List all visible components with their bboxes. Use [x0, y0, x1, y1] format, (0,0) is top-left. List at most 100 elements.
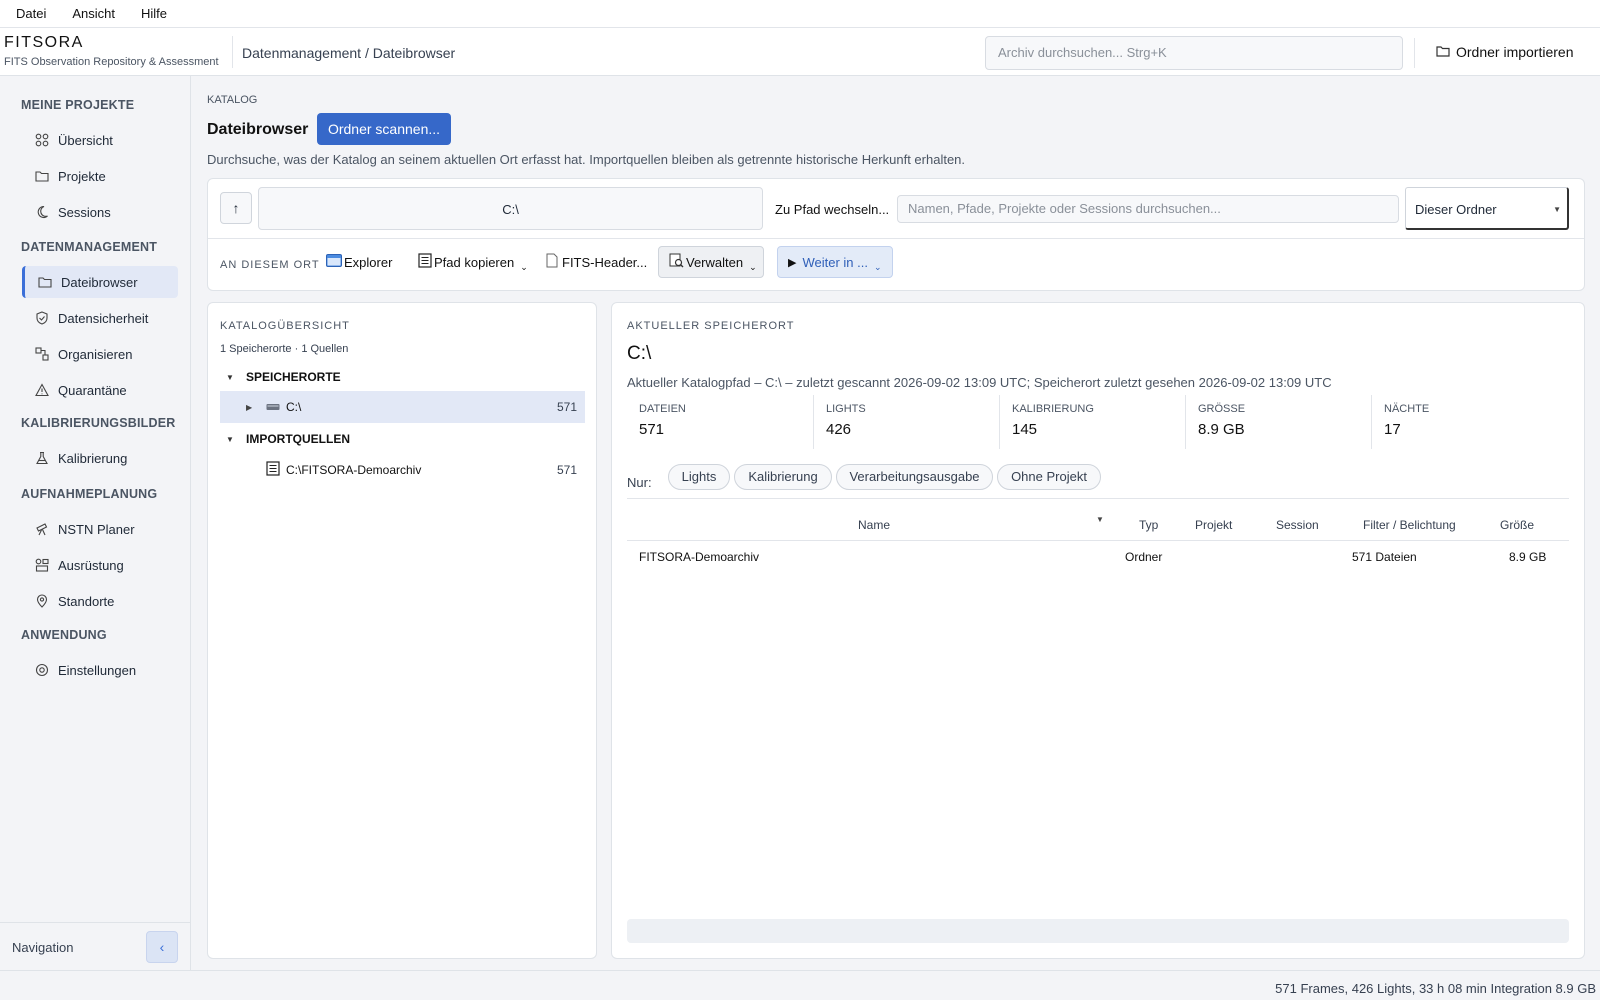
sort-desc-icon: ▼: [1096, 515, 1104, 524]
sidebar-item-standorte[interactable]: Standorte: [22, 585, 178, 617]
sidebar-item-dateibrowser[interactable]: Dateibrowser: [22, 266, 178, 298]
tree-heading-sources[interactable]: ▼ IMPORTQUELLEN: [220, 427, 350, 451]
sidebar-item-datensicherheit[interactable]: Datensicherheit: [22, 302, 178, 334]
manage-icon: [669, 253, 684, 271]
shield-icon: [34, 310, 50, 326]
column-type[interactable]: Typ: [1139, 518, 1158, 532]
cell-size: 8.9 GB: [1509, 550, 1547, 564]
location-pin-icon: [34, 593, 50, 609]
fits-header-button[interactable]: FITS-Header...: [546, 246, 647, 278]
sidebar-item-einstellungen[interactable]: Einstellungen: [22, 654, 178, 686]
column-project[interactable]: Projekt: [1195, 518, 1232, 532]
chip-ohne-projekt[interactable]: Ohne Projekt: [997, 464, 1101, 490]
organize-icon: [34, 346, 50, 362]
table-header-line: [627, 540, 1569, 541]
explorer-label: Explorer: [344, 254, 393, 270]
tree-item-location[interactable]: ▶ C:\ 571: [220, 391, 585, 423]
tree-heading-label: SPEICHERORTE: [246, 370, 341, 384]
column-size[interactable]: Größe: [1500, 518, 1534, 532]
column-filter[interactable]: Filter / Belichtung: [1363, 518, 1456, 532]
navigation-label: Navigation: [12, 940, 74, 955]
sidebar-item-sessions[interactable]: Sessions: [22, 196, 178, 228]
horizontal-scrollbar[interactable]: [627, 919, 1569, 943]
breadcrumb: Datenmanagement / Dateibrowser: [242, 45, 456, 61]
sidebar-item-organisieren[interactable]: Organisieren: [22, 338, 178, 370]
explorer-button[interactable]: Explorer: [326, 246, 392, 278]
scan-folder-button[interactable]: Ordner scannen...: [317, 113, 451, 145]
source-name: C:\FITSORA-Demoarchiv: [286, 463, 422, 477]
stat-value: 145: [1012, 421, 1038, 438]
section-kalibrierungsbilder: KALIBRIERUNGSBILDER: [21, 416, 176, 430]
column-session[interactable]: Session: [1276, 518, 1319, 532]
location-name: C:\: [286, 400, 302, 414]
tree-item-source[interactable]: C:\FITSORA-Demoarchiv 571: [220, 454, 585, 486]
here-label: AN DIESEM ORT: [220, 259, 320, 271]
location-title: AKTUELLER SPEICHERORT: [627, 320, 795, 332]
document-list-icon: [266, 461, 280, 479]
tree-heading-label: IMPORTQUELLEN: [246, 432, 350, 446]
table-divider: [627, 498, 1569, 499]
stat-files: DATEIEN 571: [627, 395, 813, 449]
grid-icon: [34, 132, 50, 148]
sidebar-item-projekte[interactable]: Projekte: [22, 160, 178, 192]
catalog-overview-panel: KATALOGÜBERSICHT 1 Speicherorte · 1 Quel…: [207, 302, 597, 959]
brand-name: FITSORA: [4, 34, 84, 51]
header-divider-2: [1414, 38, 1415, 68]
stat-lights: LIGHTS 426: [813, 395, 999, 449]
location-info: Aktueller Katalogpfad – C:\ – zuletzt ge…: [627, 375, 1332, 390]
cell-type: Ordner: [1125, 550, 1163, 564]
copy-path-button[interactable]: Pfad kopieren ⌄: [418, 246, 528, 278]
sidebar-item-label: Projekte: [58, 168, 106, 184]
status-summary: 571 Frames, 426 Lights, 33 h 08 min Inte…: [1275, 981, 1596, 996]
flask-icon: [34, 450, 50, 466]
cell-filter: 571 Dateien: [1352, 550, 1417, 564]
collapse-sidebar-button[interactable]: ‹: [146, 931, 178, 963]
location-path: C:\: [627, 343, 652, 364]
chevron-down-icon: ⌄: [520, 261, 528, 272]
continue-in-button[interactable]: ▶ Weiter in ... ⌄: [777, 246, 893, 278]
copy-icon: [418, 253, 432, 271]
main-content: KATALOG Dateibrowser Ordner scannen... D…: [192, 76, 1600, 970]
toolbar-divider: [208, 238, 1584, 239]
sidebar-item-quarantaene[interactable]: Quarantäne: [22, 374, 178, 406]
sidebar-item-label: Organisieren: [58, 346, 133, 362]
chevron-down-icon: ⌄: [749, 261, 757, 272]
section-meine-projekte: MEINE PROJEKTE: [21, 98, 135, 112]
sidebar-item-label: Quarantäne: [58, 382, 127, 398]
sidebar-item-label: Ausrüstung: [58, 557, 124, 573]
fits-header-label: FITS-Header...: [562, 254, 648, 270]
folder-icon: [1436, 44, 1450, 60]
current-path-field[interactable]: C:\: [258, 187, 763, 230]
drive-icon: [266, 400, 280, 414]
folder-icon: [37, 274, 53, 290]
stat-label: KALIBRIERUNG: [1012, 403, 1094, 415]
app-header: FITSORA FITS Observation Repository & As…: [0, 28, 1600, 76]
tree-heading-locations[interactable]: ▼ SPEICHERORTE: [220, 365, 341, 389]
chip-lights[interactable]: Lights: [668, 464, 730, 490]
menu-ansicht[interactable]: Ansicht: [72, 6, 115, 21]
archive-search-input[interactable]: Archiv durchsuchen... Strg+K: [985, 36, 1403, 70]
navigate-up-button[interactable]: ↑: [220, 192, 252, 224]
sidebar-item-uebersicht[interactable]: Übersicht: [22, 124, 178, 156]
stat-size: GRÖSSE 8.9 GB: [1185, 395, 1371, 449]
sidebar-item-kalibrierung[interactable]: Kalibrierung: [22, 442, 178, 474]
copy-path-label: Pfad kopieren: [434, 254, 515, 270]
stat-value: 17: [1384, 421, 1401, 438]
menu-hilfe[interactable]: Hilfe: [141, 6, 167, 21]
manage-button[interactable]: Verwalten ⌄: [658, 246, 764, 278]
sidebar-item-nstn-planer[interactable]: NSTN Planer: [22, 513, 178, 545]
filter-search-input[interactable]: Namen, Pfade, Projekte oder Sessions dur…: [897, 195, 1399, 223]
chip-kalibrierung[interactable]: Kalibrierung: [734, 464, 832, 490]
header-divider: [232, 36, 233, 68]
goto-path-button[interactable]: Zu Pfad wechseln...: [775, 202, 889, 217]
column-name[interactable]: Name: [858, 518, 890, 532]
expand-down-icon: ▼: [226, 434, 234, 444]
scope-select[interactable]: Dieser Ordner ▼: [1405, 187, 1569, 230]
sidebar-item-ausruestung[interactable]: Ausrüstung: [22, 549, 178, 581]
sidebar-footer: Navigation ‹: [0, 922, 191, 970]
menu-datei[interactable]: Datei: [16, 6, 46, 21]
import-folder-button[interactable]: Ordner importieren: [1436, 44, 1574, 60]
stat-nights: NÄCHTE 17: [1371, 395, 1557, 449]
equipment-icon: [34, 557, 50, 573]
chip-verarbeitungsausgabe[interactable]: Verarbeitungsausgabe: [836, 464, 993, 490]
